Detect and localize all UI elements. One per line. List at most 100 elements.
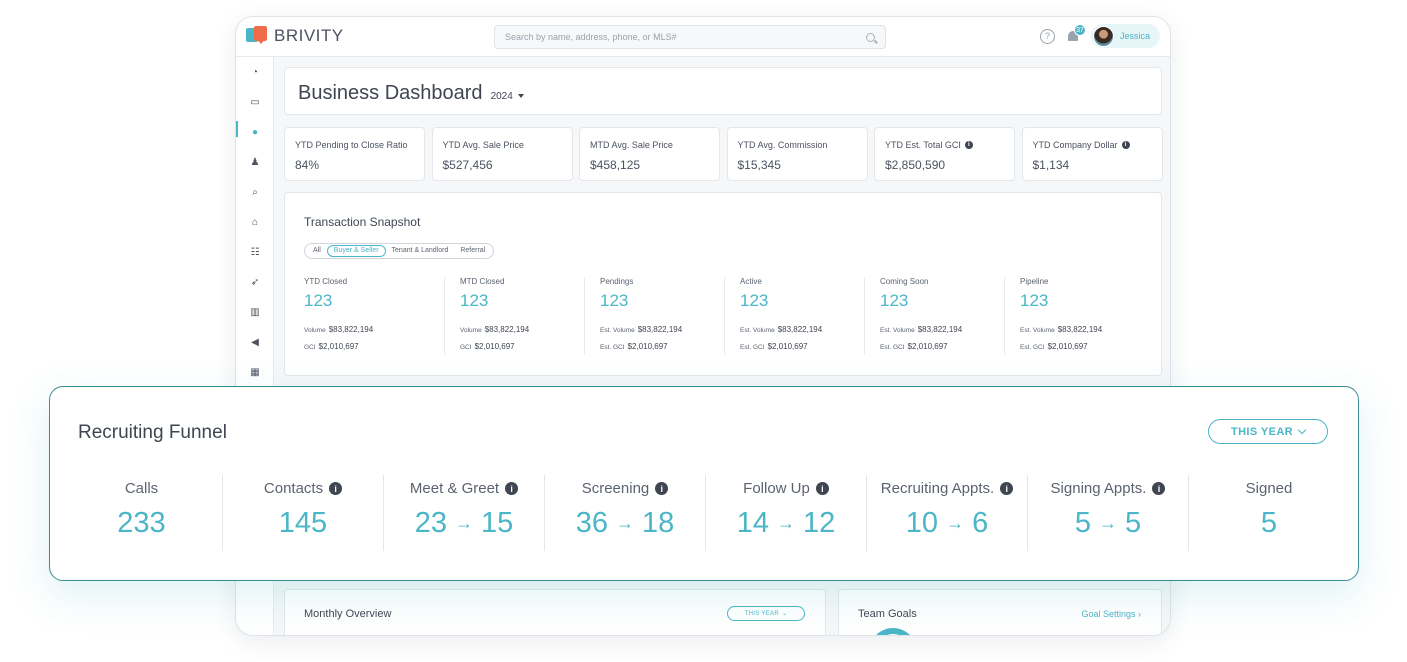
transaction-snapshot-card: Transaction Snapshot All Buyer & Seller Te… xyxy=(284,192,1162,376)
kpi-label: YTD Avg. Sale Price xyxy=(443,140,524,150)
team-goals-card: Team Goals Goal Settings › xyxy=(838,589,1162,635)
info-icon[interactable]: i xyxy=(505,482,519,495)
dashboard-icon[interactable]: ◔ xyxy=(249,67,261,79)
chevron-down-icon: ⌄ xyxy=(781,611,788,617)
notifications-bell-icon[interactable]: 37 xyxy=(1065,24,1086,44)
kpi-label-text: YTD Avg. Commission xyxy=(737,140,828,150)
metric-label: Active xyxy=(740,277,762,286)
range-dropdown[interactable]: THIS YEAR ⌄ xyxy=(727,606,805,621)
year-value: 2024 xyxy=(490,91,513,102)
funnel-stage-value: 36 → 18 xyxy=(545,507,705,540)
volume-value: $83,822,194 xyxy=(484,325,530,334)
kpi-label: YTD Est. Total GCI i xyxy=(885,140,973,150)
arrow-right-icon: → xyxy=(455,513,473,533)
metric-label: MTD Closed xyxy=(460,277,505,286)
funnel-stage-label: Follow Up i xyxy=(706,480,866,497)
megaphone-icon[interactable]: ◀ xyxy=(249,337,261,349)
filter-pill[interactable]: All xyxy=(307,245,327,257)
kpi-value: $527,456 xyxy=(442,158,493,172)
volume-label: Volume xyxy=(304,327,326,334)
brivity-logo[interactable]: BRIVITY xyxy=(246,26,344,46)
search-icon[interactable] xyxy=(866,32,875,42)
calendar-icon[interactable]: ▦ xyxy=(249,367,261,379)
funnel-stage[interactable]: Signing Appts. i 5 → 5 xyxy=(1027,475,1188,551)
funnel-stage-name: Recruiting Appts. xyxy=(880,480,995,497)
info-icon[interactable]: i xyxy=(329,482,343,495)
info-icon[interactable]: i xyxy=(655,482,669,495)
funnel-stage[interactable]: Screening i 36 → 18 xyxy=(544,475,705,551)
gci-value: $2,010,697 xyxy=(627,342,668,351)
info-icon[interactable]: i xyxy=(815,482,829,495)
metric-label: Coming Soon xyxy=(880,277,929,286)
sidebar-active-indicator xyxy=(236,121,238,137)
snapshot-metric[interactable]: Pendings 123 Est. Volume $83,822,194 Est. GC… xyxy=(584,277,722,355)
funnel-stage[interactable]: Calls 233 xyxy=(61,475,222,551)
gci-label: Est. GCI xyxy=(880,344,905,351)
search-bar[interactable] xyxy=(494,25,886,49)
filter-pill[interactable]: Buyer & Seller xyxy=(326,245,386,257)
goal-settings-link[interactable]: Goal Settings › xyxy=(1081,609,1141,619)
kpi-label: MTD Avg. Sale Price xyxy=(590,140,673,150)
gci-value: $2,010,697 xyxy=(767,342,808,351)
inbox-icon[interactable]: ▭ xyxy=(249,97,261,109)
kpi-label: YTD Avg. Commission xyxy=(738,140,828,150)
arrow-right-icon: → xyxy=(1099,513,1117,533)
user-name: Jessica xyxy=(1119,31,1150,41)
funnel-to-value: 6 xyxy=(972,507,989,539)
drop-icon[interactable]: ● xyxy=(249,127,261,139)
filter-pill[interactable]: Referral xyxy=(454,245,491,257)
home-icon[interactable]: ⌂ xyxy=(249,217,261,229)
person-icon[interactable]: ♟ xyxy=(249,157,261,169)
info-icon[interactable]: i xyxy=(1121,141,1130,149)
kpi-card: YTD Avg. Commission $15,345 xyxy=(726,127,868,181)
kpi-value: $1,134 xyxy=(1032,158,1070,172)
top-bar: BRIVITY ? 37 Jessica xyxy=(236,17,1170,57)
metric-count: 123 xyxy=(1020,291,1049,310)
snapshot-metric[interactable]: Active 123 Est. Volume $83,822,194 Est. GCI $… xyxy=(724,277,862,355)
funnel-from-value: 5 xyxy=(1074,507,1091,539)
kpi-label: YTD Company Dollar i xyxy=(1033,140,1130,150)
notification-count-badge: 37 xyxy=(1073,24,1086,36)
recruiting-funnel-card: Recruiting Funnel THIS YEAR Calls 233 Cont… xyxy=(49,386,1359,581)
funnel-stage-name: Calls xyxy=(124,480,159,497)
info-icon[interactable]: i xyxy=(1152,482,1166,495)
metric-volume: Est. Volume $83,822,194 xyxy=(740,325,822,334)
funnel-range-dropdown[interactable]: THIS YEAR xyxy=(1208,419,1328,444)
snapshot-metric[interactable]: Pipeline 123 Est. Volume $83,822,194 Est. GC… xyxy=(1004,277,1142,355)
filter-pill[interactable]: Tenant & Landlord xyxy=(386,245,455,257)
range-label: THIS YEAR xyxy=(744,610,779,617)
funnel-stage[interactable]: Contacts i 145 xyxy=(222,475,383,551)
funnel-stage[interactable]: Recruiting Appts. i 10 → 6 xyxy=(866,475,1027,551)
metric-volume: Volume $83,822,194 xyxy=(304,325,373,334)
gci-value: $2,010,697 xyxy=(474,342,515,351)
info-icon[interactable]: i xyxy=(1000,482,1014,495)
info-icon[interactable]: i xyxy=(964,141,973,149)
tasks-icon[interactable]: ☷ xyxy=(249,247,261,259)
funnel-stage-name: Signed xyxy=(1245,480,1293,497)
year-selector[interactable]: 2024 xyxy=(491,91,524,102)
user-menu[interactable]: Jessica xyxy=(1090,24,1160,48)
snapshot-metric[interactable]: YTD Closed 123 Volume $83,822,194 GCI $2,010,… xyxy=(304,277,442,355)
gci-value: $2,010,697 xyxy=(907,342,948,351)
metric-gci: Est. GCI $2,010,697 xyxy=(600,342,668,351)
funnel-stage-name: Contacts xyxy=(263,480,324,497)
snapshot-metric[interactable]: MTD Closed 123 Volume $83,822,194 GCI $2,010,… xyxy=(444,277,582,355)
funnel-stage-label: Recruiting Appts. i xyxy=(867,480,1027,497)
chart-icon[interactable]: ▥ xyxy=(249,307,261,319)
funnel-stage-name: Signing Appts. xyxy=(1050,480,1147,497)
chevron-right-icon: › xyxy=(1138,609,1141,619)
help-icon[interactable]: ? xyxy=(1039,28,1055,44)
search-icon[interactable]: ⌕ xyxy=(249,187,261,199)
funnel-stage[interactable]: Meet & Greet i 23 → 15 xyxy=(383,475,544,551)
gci-label: Est. GCI xyxy=(600,344,625,351)
funnel-stage[interactable]: Signed 5 xyxy=(1188,475,1349,551)
funnel-to-value: 12 xyxy=(803,507,836,539)
snapshot-metric[interactable]: Coming Soon 123 Est. Volume $83,822,194 Est.… xyxy=(864,277,1002,355)
funnel-stage[interactable]: Follow Up i 14 → 12 xyxy=(705,475,866,551)
funnel-from-value: 145 xyxy=(278,507,328,539)
funnel-stage-value: 145 xyxy=(223,507,383,540)
rocket-icon[interactable]: ➶ xyxy=(249,277,261,289)
arrow-right-icon: → xyxy=(777,513,795,533)
search-input[interactable] xyxy=(505,32,835,42)
kpi-card: YTD Est. Total GCI i $2,850,590 xyxy=(874,127,1015,181)
